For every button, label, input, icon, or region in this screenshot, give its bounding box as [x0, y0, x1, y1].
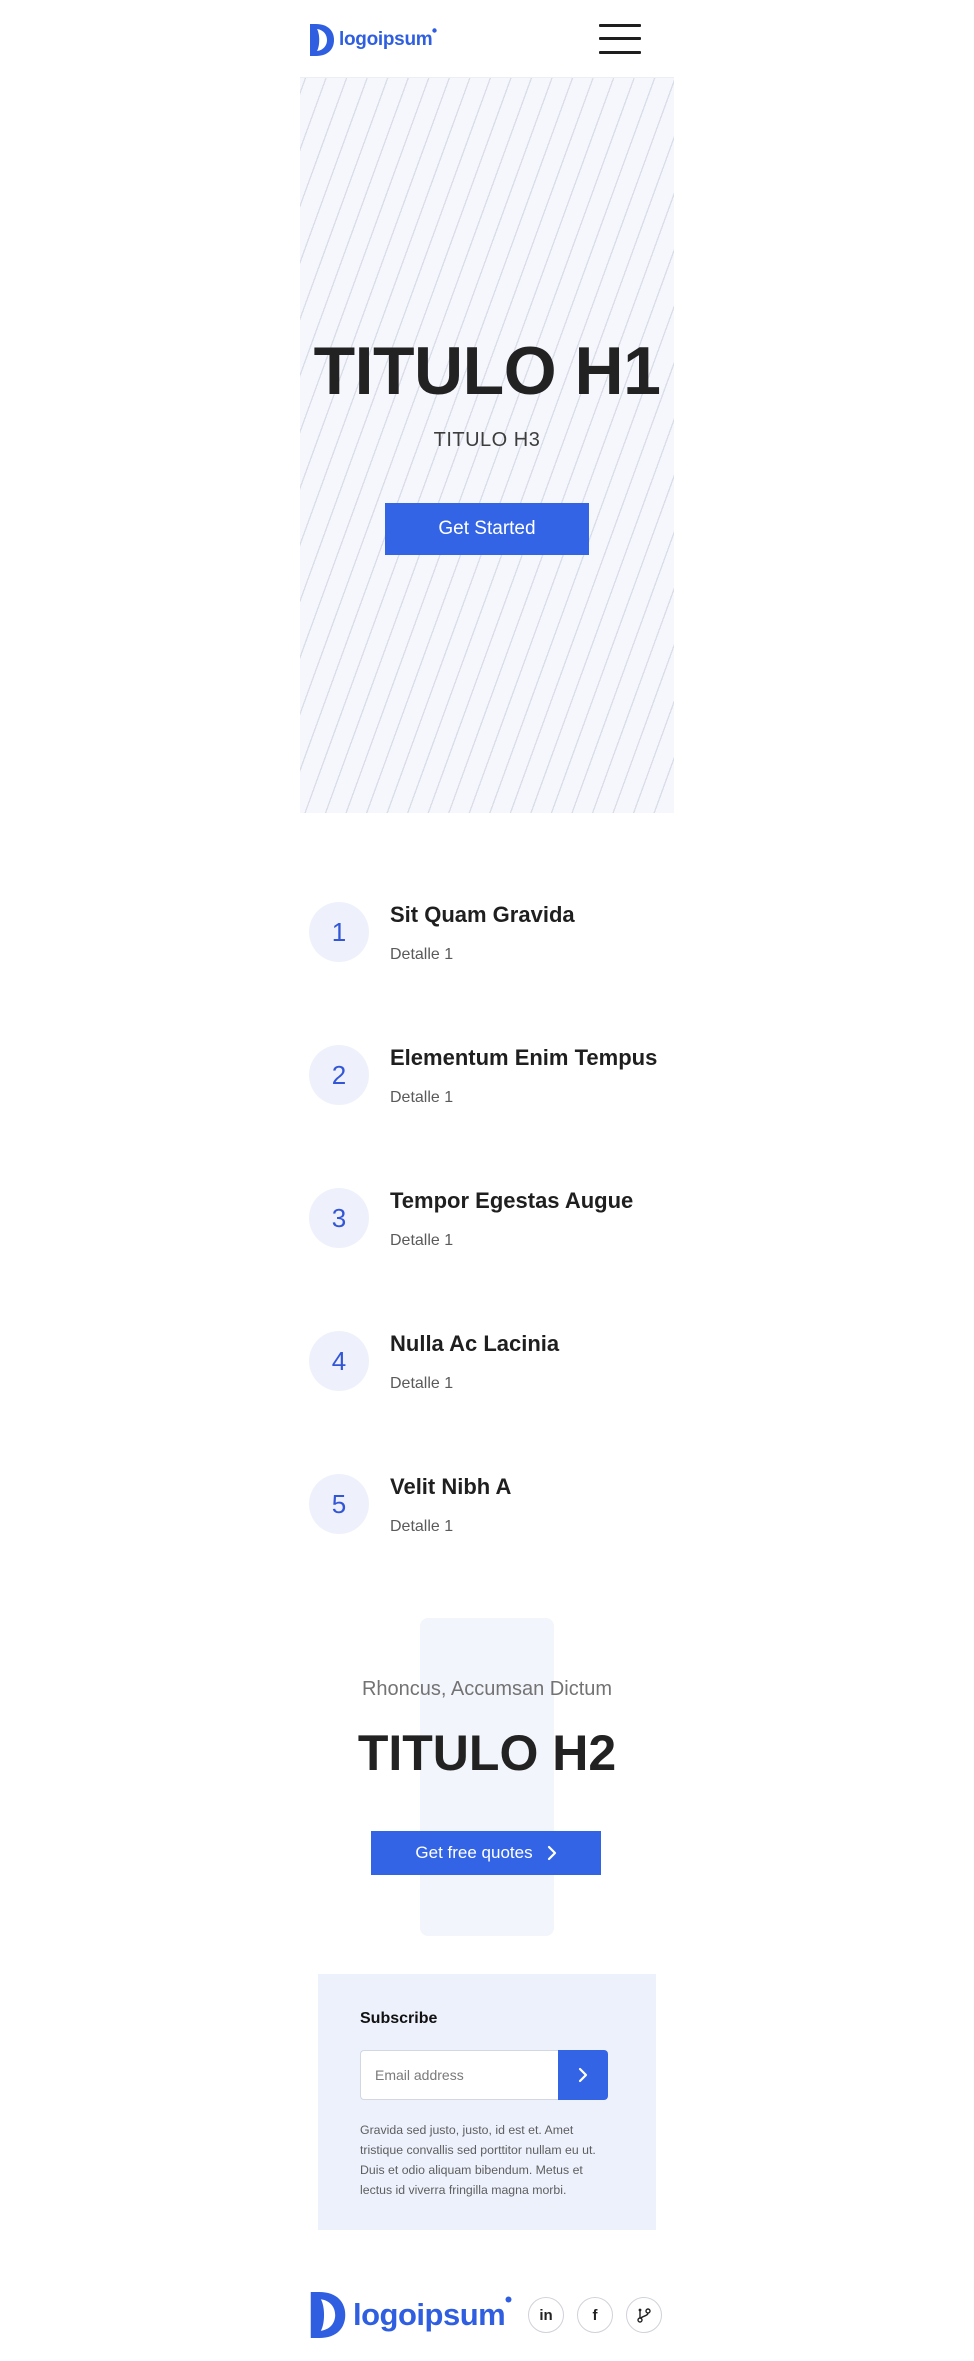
branch-icon[interactable]: [626, 2297, 662, 2333]
step-number: 1: [309, 902, 369, 962]
logo-mark-icon: [310, 24, 334, 56]
cta-title: TITULO H2: [357, 1725, 617, 1781]
item-title: Elementum Enim Tempus: [390, 1045, 658, 1070]
get-free-quotes-button[interactable]: Get free quotes: [371, 1831, 601, 1875]
list-item: 4 Nulla Ac Lacinia Detalle 1: [300, 1299, 674, 1409]
item-detail: Detalle 1: [390, 1518, 454, 1535]
step-number: 3: [309, 1188, 369, 1248]
hero-title: TITULO H1: [313, 333, 661, 409]
chevron-right-icon: [578, 2067, 588, 2083]
landing-page: logoipsum TITULO H1 TITULO H3 Get Starte…: [300, 0, 674, 2361]
header-logo[interactable]: logoipsum: [310, 24, 438, 56]
site-footer: logoipsum in f: [300, 2286, 674, 2346]
list-item: 2 Elementum Enim Tempus Detalle 1: [300, 1013, 674, 1123]
item-title: Sit Quam Gravida: [390, 902, 575, 927]
item-detail: Detalle 1: [390, 1232, 454, 1249]
step-number: 2: [309, 1045, 369, 1105]
item-title: Nulla Ac Lacinia: [390, 1331, 560, 1356]
email-field[interactable]: [360, 2050, 558, 2100]
hero-subtitle: TITULO H3: [433, 429, 541, 451]
item-detail: Detalle 1: [390, 946, 454, 963]
logo-dot: [432, 28, 438, 33]
logo-text: logoipsum: [339, 29, 433, 50]
logo-dot: [505, 2296, 512, 2303]
linkedin-glyph: in: [539, 2306, 553, 2324]
item-detail: Detalle 1: [390, 1089, 454, 1106]
linkedin-icon[interactable]: in: [528, 2297, 564, 2333]
get-started-button[interactable]: Get Started: [385, 503, 589, 555]
footer-logo[interactable]: logoipsum: [310, 2292, 512, 2338]
item-title: Tempor Egestas Augue: [390, 1188, 634, 1213]
logo-text: logoipsum: [353, 2297, 506, 2332]
item-detail: Detalle 1: [390, 1375, 454, 1392]
chevron-right-icon: [547, 1845, 556, 1861]
step-number: 4: [309, 1331, 369, 1391]
hero-section: TITULO H1 TITULO H3 Get Started: [300, 78, 674, 813]
branch-glyph: [637, 2308, 651, 2323]
list-item: 1 Sit Quam Gravida Detalle 1: [300, 870, 674, 980]
facebook-glyph: f: [592, 2306, 598, 2324]
subscribe-title: Subscribe: [360, 2010, 438, 2027]
list-item: 5 Velit Nibh A Detalle 1: [300, 1442, 674, 1552]
subscribe-description: Gravida sed justo, justo, id est et. Ame…: [360, 2123, 596, 2197]
subscribe-box: Subscribe Gravida sed justo, justo, id e…: [318, 1974, 656, 2230]
step-number: 5: [309, 1474, 369, 1534]
cta-kicker: Rhoncus, Accumsan Dictum: [361, 1678, 613, 1700]
list-item: 3 Tempor Egestas Augue Detalle 1: [300, 1156, 674, 1266]
site-header: logoipsum: [300, 0, 674, 78]
logo-mark-icon: [310, 2292, 346, 2338]
facebook-icon[interactable]: f: [577, 2297, 613, 2333]
item-title: Velit Nibh A: [390, 1474, 512, 1499]
hamburger-menu-icon[interactable]: [599, 24, 641, 54]
cta-button-label: Get free quotes: [415, 1843, 533, 1862]
subscribe-submit-button[interactable]: [558, 2050, 608, 2100]
